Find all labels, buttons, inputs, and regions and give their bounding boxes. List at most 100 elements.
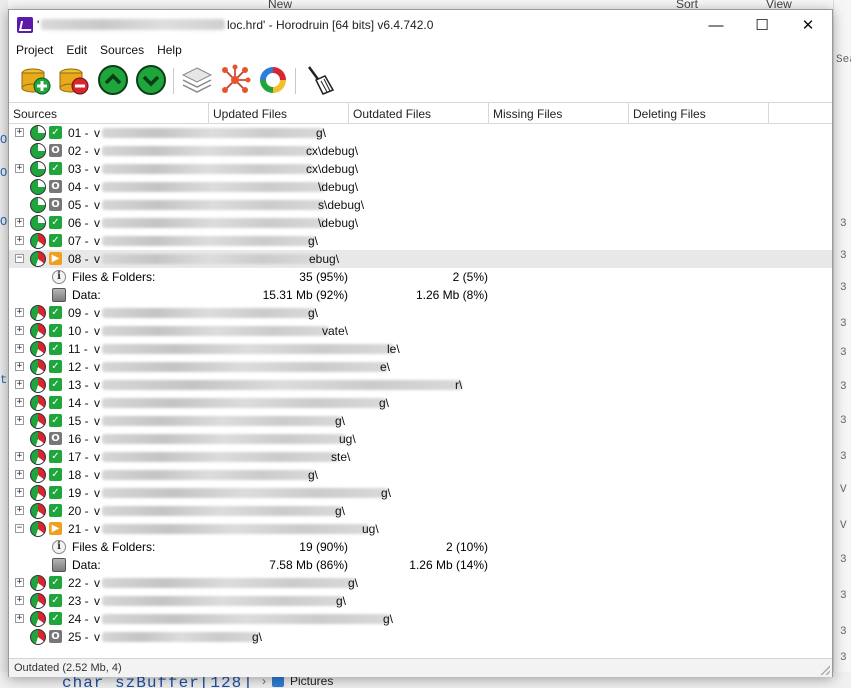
move-up-icon[interactable] <box>97 64 129 96</box>
source-number: 09 - <box>68 306 89 320</box>
title-quote: ' <box>37 18 40 32</box>
expand-icon[interactable]: + <box>15 596 24 605</box>
background-margin-mark: 3 <box>840 318 847 330</box>
menu-project[interactable]: Project <box>9 40 59 60</box>
expand-icon[interactable]: + <box>15 452 24 461</box>
column-sources[interactable]: Sources <box>9 103 209 124</box>
source-row[interactable]: + ✓ 10 - v vate\ <box>9 322 832 340</box>
expand-icon[interactable]: + <box>15 236 24 245</box>
expand-icon[interactable]: + <box>15 308 24 317</box>
sync-pie-icon <box>30 179 46 195</box>
source-row[interactable]: + ✓ 12 - v e\ <box>9 358 832 376</box>
source-row[interactable]: + ✓ 23 - v g\ <box>9 592 832 610</box>
add-source-icon[interactable] <box>19 64 51 96</box>
expand-icon[interactable]: + <box>15 398 24 407</box>
cleanup-broom-icon[interactable] <box>303 64 335 96</box>
sync-pie-icon <box>30 413 46 429</box>
expand-icon[interactable]: + <box>15 614 24 623</box>
source-path-suffix: e\ <box>380 360 391 374</box>
source-path-suffix: r\ <box>455 378 463 392</box>
source-row[interactable]: + ✓ 07 - v g\ <box>9 232 832 250</box>
status-ok-icon: ✓ <box>49 234 62 247</box>
source-path-prefix: v <box>94 216 100 230</box>
source-path-suffix: g\ <box>308 468 319 482</box>
source-row[interactable]: − ▶ 08 - v ebug\ <box>9 250 832 268</box>
resize-grip[interactable] <box>820 665 830 675</box>
horodruin-app-icon[interactable] <box>17 17 33 33</box>
minimize-button[interactable]: — <box>693 10 739 40</box>
source-row[interactable]: + ✓ 13 - v r\ <box>9 376 832 394</box>
expand-icon[interactable]: + <box>15 128 24 137</box>
sync-cycle-icon[interactable] <box>257 64 289 96</box>
collapse-icon[interactable]: − <box>15 524 24 533</box>
redacted-path <box>102 578 355 588</box>
menu-sources[interactable]: Sources <box>93 40 150 60</box>
close-button[interactable]: ✕ <box>785 10 831 40</box>
source-row[interactable]: + ✓ 03 - v cx\debug\ <box>9 160 832 178</box>
maximize-button[interactable]: ☐ <box>739 10 785 40</box>
sources-tree[interactable]: + ✓ 01 - v g\ O 02 - v cx\debug\ + ✓ 03 - v cx\debug\… <box>9 124 832 658</box>
source-row[interactable]: + ✓ 01 - v g\ <box>9 124 832 142</box>
source-row[interactable]: + ✓ 18 - v g\ <box>9 466 832 484</box>
source-number: 14 - <box>68 396 89 410</box>
expand-icon[interactable]: + <box>15 326 24 335</box>
source-row[interactable]: O 04 - v \debug\ <box>9 178 832 196</box>
source-row[interactable]: + ✓ 06 - v \debug\ <box>9 214 832 232</box>
source-row[interactable]: O 05 - v s\debug\ <box>9 196 832 214</box>
column-missing-files[interactable]: Missing Files <box>489 103 629 124</box>
expand-icon[interactable]: + <box>15 218 24 227</box>
background-margin-mark: 3 <box>840 652 847 664</box>
redacted-path <box>102 632 259 642</box>
expand-icon[interactable]: + <box>15 488 24 497</box>
source-row[interactable]: O 16 - v ug\ <box>9 430 832 448</box>
source-row[interactable]: + ✓ 14 - v g\ <box>9 394 832 412</box>
expand-icon[interactable]: + <box>15 344 24 353</box>
column-deleting-files[interactable]: Deleting Files <box>629 103 769 124</box>
source-path-prefix: v <box>94 342 100 356</box>
redacted-path <box>102 308 315 318</box>
source-row[interactable]: + ✓ 22 - v g\ <box>9 574 832 592</box>
data-disk-icon <box>52 558 66 572</box>
sync-pie-icon <box>30 251 46 267</box>
redacted-path <box>102 434 346 444</box>
menu-edit[interactable]: Edit <box>59 40 93 60</box>
remove-source-icon[interactable] <box>57 64 89 96</box>
source-row[interactable]: O 02 - v cx\debug\ <box>9 142 832 160</box>
detail-row-files: i Files & Folders: 19 (90%) 2 (10%) <box>9 538 832 556</box>
source-path-suffix: g\ <box>381 486 392 500</box>
expand-icon[interactable]: + <box>15 416 24 425</box>
source-row[interactable]: + ✓ 15 - v g\ <box>9 412 832 430</box>
sync-pie-icon <box>30 485 46 501</box>
source-row[interactable]: + ✓ 11 - v le\ <box>9 340 832 358</box>
source-path-suffix: g\ <box>316 126 327 140</box>
column-updated-files[interactable]: Updated Files <box>209 103 349 124</box>
source-path-prefix: v <box>94 252 100 266</box>
expand-icon[interactable]: + <box>15 506 24 515</box>
detail-row-data: Data: 15.31 Mb (92%) 1.26 Mb (8%) <box>9 286 832 304</box>
title-bar[interactable]: ' loc.hrd' - Horodruin [64 bits] v6.4.74… <box>9 10 832 40</box>
source-row[interactable]: O 25 - v g\ <box>9 628 832 646</box>
source-row[interactable]: + ✓ 17 - v ste\ <box>9 448 832 466</box>
status-disabled-icon: O <box>49 180 62 193</box>
redacted-path <box>102 488 388 498</box>
expand-icon[interactable]: + <box>15 470 24 479</box>
expand-icon[interactable]: + <box>15 380 24 389</box>
move-down-icon[interactable] <box>135 64 167 96</box>
source-row[interactable]: − ▶ 21 - v ug\ <box>9 520 832 538</box>
source-row[interactable]: + ✓ 19 - v g\ <box>9 484 832 502</box>
source-path-prefix: v <box>94 126 100 140</box>
menu-help[interactable]: Help <box>150 40 188 60</box>
source-row[interactable]: + ✓ 24 - v g\ <box>9 610 832 628</box>
source-row[interactable]: + ✓ 09 - v g\ <box>9 304 832 322</box>
expand-icon[interactable]: + <box>15 362 24 371</box>
network-icon[interactable] <box>219 64 251 96</box>
background-search-text: Sear <box>836 54 851 66</box>
expand-icon[interactable]: + <box>15 164 24 173</box>
collapse-icon[interactable]: − <box>15 254 24 263</box>
column-outdated-files[interactable]: Outdated Files <box>349 103 489 124</box>
source-row[interactable]: + ✓ 20 - v g\ <box>9 502 832 520</box>
detail-label: Data: <box>72 288 101 302</box>
redacted-path <box>102 452 338 462</box>
expand-icon[interactable]: + <box>15 578 24 587</box>
layers-icon[interactable] <box>181 64 213 96</box>
